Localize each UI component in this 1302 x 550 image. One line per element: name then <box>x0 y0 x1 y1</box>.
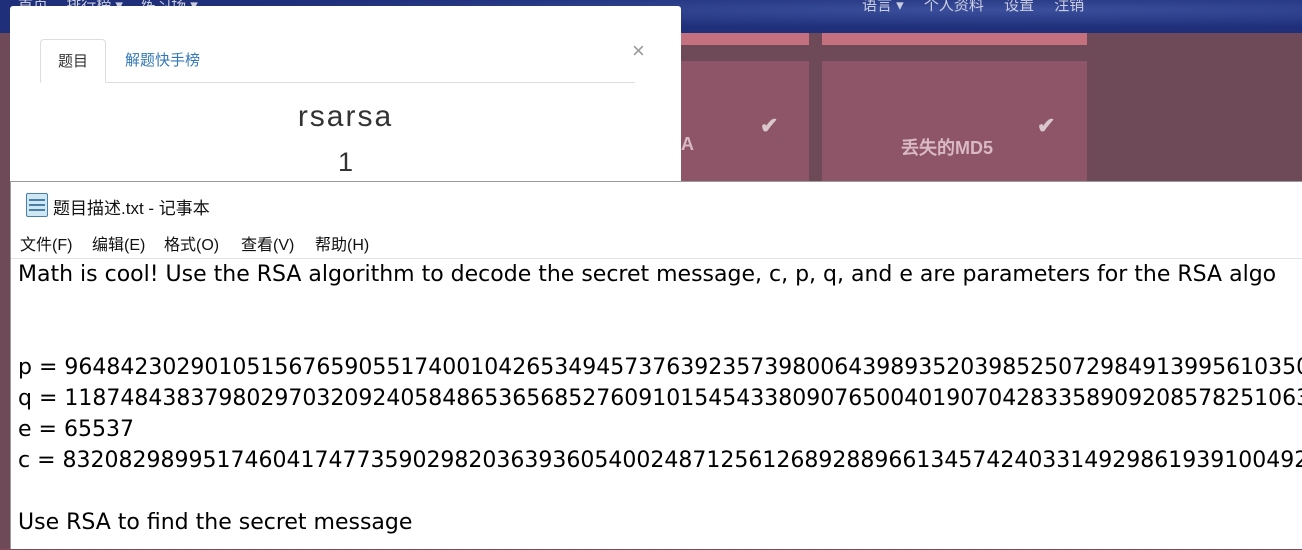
check-icon: ✔ <box>1037 113 1056 138</box>
challenge-modal: 题目 解题快手榜 × rsarsa 1 <box>10 6 681 206</box>
challenge-card-partial <box>681 33 809 45</box>
navbar-right: 语言 ▾ 个人资料 设置 注销 <box>862 0 1100 15</box>
text-editor-area[interactable]: Math is cool! Use the RSA algorithm to d… <box>11 258 1302 550</box>
notepad-window: 题目描述.txt - 记事本 文件(F) 编辑(E) 格式(O) 查看(V) 帮… <box>10 181 1302 549</box>
challenge-card[interactable]: A ✔ <box>681 61 809 186</box>
nav-item-logout[interactable]: 注销 <box>1054 0 1084 14</box>
text-line: Use RSA to find the secret message <box>18 510 413 535</box>
challenge-card-title: 丢失的MD5 <box>901 138 994 158</box>
nav-item-settings[interactable]: 设置 <box>1004 0 1034 14</box>
text-line-c: c = 832082989951746041747735902982036393… <box>18 448 1302 473</box>
challenge-card-partial <box>822 33 1087 45</box>
notepad-titlebar[interactable]: 题目描述.txt - 记事本 <box>11 182 1302 224</box>
text-line-p: p = 964842302901051567659055174001042653… <box>18 355 1302 380</box>
modal-tabs: 题目 解题快手榜 <box>40 39 635 83</box>
tab-challenge[interactable]: 题目 <box>40 39 107 83</box>
text-line-e: e = 65537 <box>18 417 134 442</box>
menu-help[interactable]: 帮助(H) <box>315 231 369 255</box>
menu-edit[interactable]: 编辑(E) <box>92 231 145 255</box>
close-icon[interactable]: × <box>632 38 645 64</box>
check-icon: ✔ <box>760 113 779 138</box>
menu-bar: 文件(F) 编辑(E) 格式(O) 查看(V) 帮助(H) <box>11 227 1302 255</box>
challenge-title: rsarsa <box>297 100 394 133</box>
challenge-value: 1 <box>337 147 354 177</box>
window-title: 题目描述.txt - 记事本 <box>53 199 210 218</box>
challenge-card-title: A <box>681 134 694 154</box>
text-line-q: q = 118748438379802970320924058486536568… <box>18 386 1302 411</box>
menu-format[interactable]: 格式(O) <box>164 231 219 255</box>
challenge-card[interactable]: 丢失的MD5 ✔ <box>822 61 1087 186</box>
notepad-icon <box>26 193 48 217</box>
menu-file[interactable]: 文件(F) <box>20 231 72 255</box>
menu-view[interactable]: 查看(V) <box>241 231 294 255</box>
tab-solves[interactable]: 解题快手榜 <box>108 39 217 81</box>
text-line: Math is cool! Use the RSA algorithm to d… <box>18 262 1277 287</box>
nav-item-language[interactable]: 语言 ▾ <box>862 0 904 14</box>
nav-item-profile[interactable]: 个人资料 <box>924 0 984 14</box>
